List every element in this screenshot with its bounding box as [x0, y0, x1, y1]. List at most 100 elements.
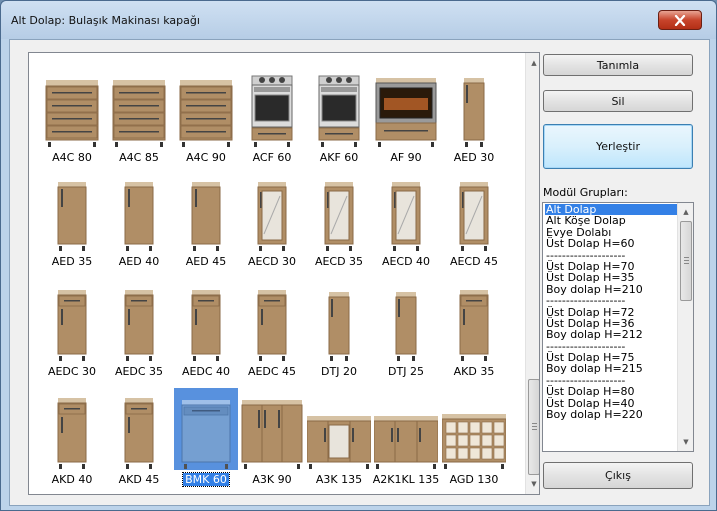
module-item[interactable]: A3K 135: [305, 384, 373, 494]
module-item[interactable]: AED 30: [440, 62, 508, 172]
module-item[interactable]: A4C 85: [105, 62, 173, 172]
module-gallery[interactable]: A4C 80 A4C 85 A4C 90 ACF 60 AKF 60 AF 90: [28, 52, 540, 495]
module-thumbnail: [307, 388, 371, 470]
module-item[interactable]: A2K1KL 135: [372, 384, 440, 494]
module-label: AED 45: [185, 255, 227, 268]
module-label: A3K 135: [315, 473, 363, 486]
module-item[interactable]: AEDC 30: [38, 276, 106, 386]
module-item[interactable]: AECD 40: [372, 166, 440, 276]
module-thumbnail: [374, 280, 438, 362]
module-thumbnail: [174, 170, 238, 252]
tanimla-button[interactable]: Tanımla: [543, 54, 693, 76]
module-item[interactable]: A3K 90: [238, 384, 306, 494]
scroll-up-arrow-icon[interactable]: ▲: [526, 55, 539, 71]
group-list-item[interactable]: Üst Dolap H=80: [545, 386, 677, 398]
module-label: AECD 45: [449, 255, 499, 268]
module-thumbnail: [442, 66, 506, 148]
group-list-item[interactable]: --------------------: [545, 295, 677, 307]
module-label: AEDC 45: [247, 365, 297, 378]
module-label: BMK 60: [182, 472, 230, 487]
module-item[interactable]: AKD 45: [105, 384, 173, 494]
module-thumbnail: [307, 66, 371, 148]
groups-scroll-up-icon[interactable]: ▲: [678, 204, 693, 220]
module-thumbnail: [174, 66, 238, 148]
module-thumbnail: [174, 280, 238, 362]
module-label: A4C 90: [186, 151, 226, 164]
title-bar: Alt Dolap: Bulaşık Makinası kapağı: [1, 1, 716, 39]
module-item[interactable]: A4C 90: [172, 62, 240, 172]
module-label: A3K 90: [252, 473, 292, 486]
module-label: AF 90: [390, 151, 422, 164]
module-thumbnail: [374, 388, 438, 470]
module-label: A4C 85: [119, 151, 159, 164]
module-item[interactable]: AED 40: [105, 166, 173, 276]
module-thumbnail: [240, 66, 304, 148]
module-label: AKD 40: [51, 473, 93, 486]
module-label: AED 40: [118, 255, 160, 268]
module-item[interactable]: AECD 45: [440, 166, 508, 276]
module-label: DTJ 20: [321, 365, 357, 378]
module-thumbnail: [442, 170, 506, 252]
module-item[interactable]: AEDC 35: [105, 276, 173, 386]
module-thumbnail: [374, 170, 438, 252]
module-label: ACF 60: [252, 151, 292, 164]
group-list-item[interactable]: Boy dolap H=220: [545, 409, 677, 421]
module-thumbnail: [240, 388, 304, 470]
sil-button[interactable]: Sil: [543, 90, 693, 112]
module-thumbnail: [240, 280, 304, 362]
close-button[interactable]: [658, 10, 702, 30]
module-label: AGD 130: [449, 473, 499, 486]
module-item[interactable]: ACF 60: [238, 62, 306, 172]
groups-scrollbar[interactable]: ▲ ▼: [677, 203, 693, 451]
close-icon: [674, 14, 686, 26]
groups-scroll-thumb[interactable]: [680, 221, 692, 301]
module-groups-list[interactable]: Alt Dolap Alt Köşe Dolap Evye Dolabı Üst Do…: [542, 202, 694, 452]
scroll-down-arrow-icon[interactable]: ▼: [526, 476, 539, 492]
module-item[interactable]: AF 90: [372, 62, 440, 172]
module-item[interactable]: AED 45: [172, 166, 240, 276]
module-thumbnail: [40, 66, 104, 148]
module-item[interactable]: AGD 130: [440, 384, 508, 494]
module-label: AED 30: [453, 151, 495, 164]
yerlestir-button[interactable]: Yerleştir: [543, 124, 693, 169]
module-thumbnail: [442, 388, 506, 470]
module-label: A4C 80: [52, 151, 92, 164]
module-item[interactable]: DTJ 20: [305, 276, 373, 386]
group-list-item[interactable]: Üst Dolap H=60: [545, 238, 677, 250]
module-thumbnail: [40, 388, 104, 470]
module-item[interactable]: AKF 60: [305, 62, 373, 172]
gallery-scroll-thumb[interactable]: [528, 379, 539, 475]
module-item[interactable]: AECD 30: [238, 166, 306, 276]
module-item[interactable]: AED 35: [38, 166, 106, 276]
module-label: A2K1KL 135: [372, 473, 440, 486]
module-item[interactable]: AEDC 45: [238, 276, 306, 386]
module-label: AED 35: [51, 255, 93, 268]
module-thumbnail: [240, 170, 304, 252]
gallery-scrollbar[interactable]: ▲ ▼: [525, 53, 539, 494]
module-thumbnail: [40, 280, 104, 362]
cikis-button[interactable]: Çıkış: [543, 462, 693, 489]
dialog-window: Alt Dolap: Bulaşık Makinası kapağı A4C 8…: [0, 0, 717, 511]
module-label: AECD 30: [247, 255, 297, 268]
module-label: AEDC 40: [181, 365, 231, 378]
window-title: Alt Dolap: Bulaşık Makinası kapağı: [11, 14, 200, 27]
module-item[interactable]: AEDC 40: [172, 276, 240, 386]
module-item[interactable]: AKD 40: [38, 384, 106, 494]
module-thumbnail: [442, 280, 506, 362]
module-item[interactable]: A4C 80: [38, 62, 106, 172]
dialog-body: A4C 80 A4C 85 A4C 90 ACF 60 AKF 60 AF 90: [9, 39, 710, 506]
module-item[interactable]: AECD 35: [305, 166, 373, 276]
module-item[interactable]: AKD 35: [440, 276, 508, 386]
module-thumbnail: [307, 280, 371, 362]
module-thumbnail: [307, 170, 371, 252]
module-label: AKF 60: [319, 151, 359, 164]
module-label: AEDC 30: [47, 365, 97, 378]
module-item[interactable]: DTJ 25: [372, 276, 440, 386]
module-thumbnail: [107, 280, 171, 362]
module-item[interactable]: BMK 60: [172, 384, 240, 494]
groups-scroll-down-icon[interactable]: ▼: [678, 434, 693, 450]
module-label: AKD 35: [453, 365, 495, 378]
module-label: DTJ 25: [388, 365, 424, 378]
group-list-item[interactable]: Boy dolap H=212: [545, 329, 677, 341]
module-label: AECD 40: [381, 255, 431, 268]
